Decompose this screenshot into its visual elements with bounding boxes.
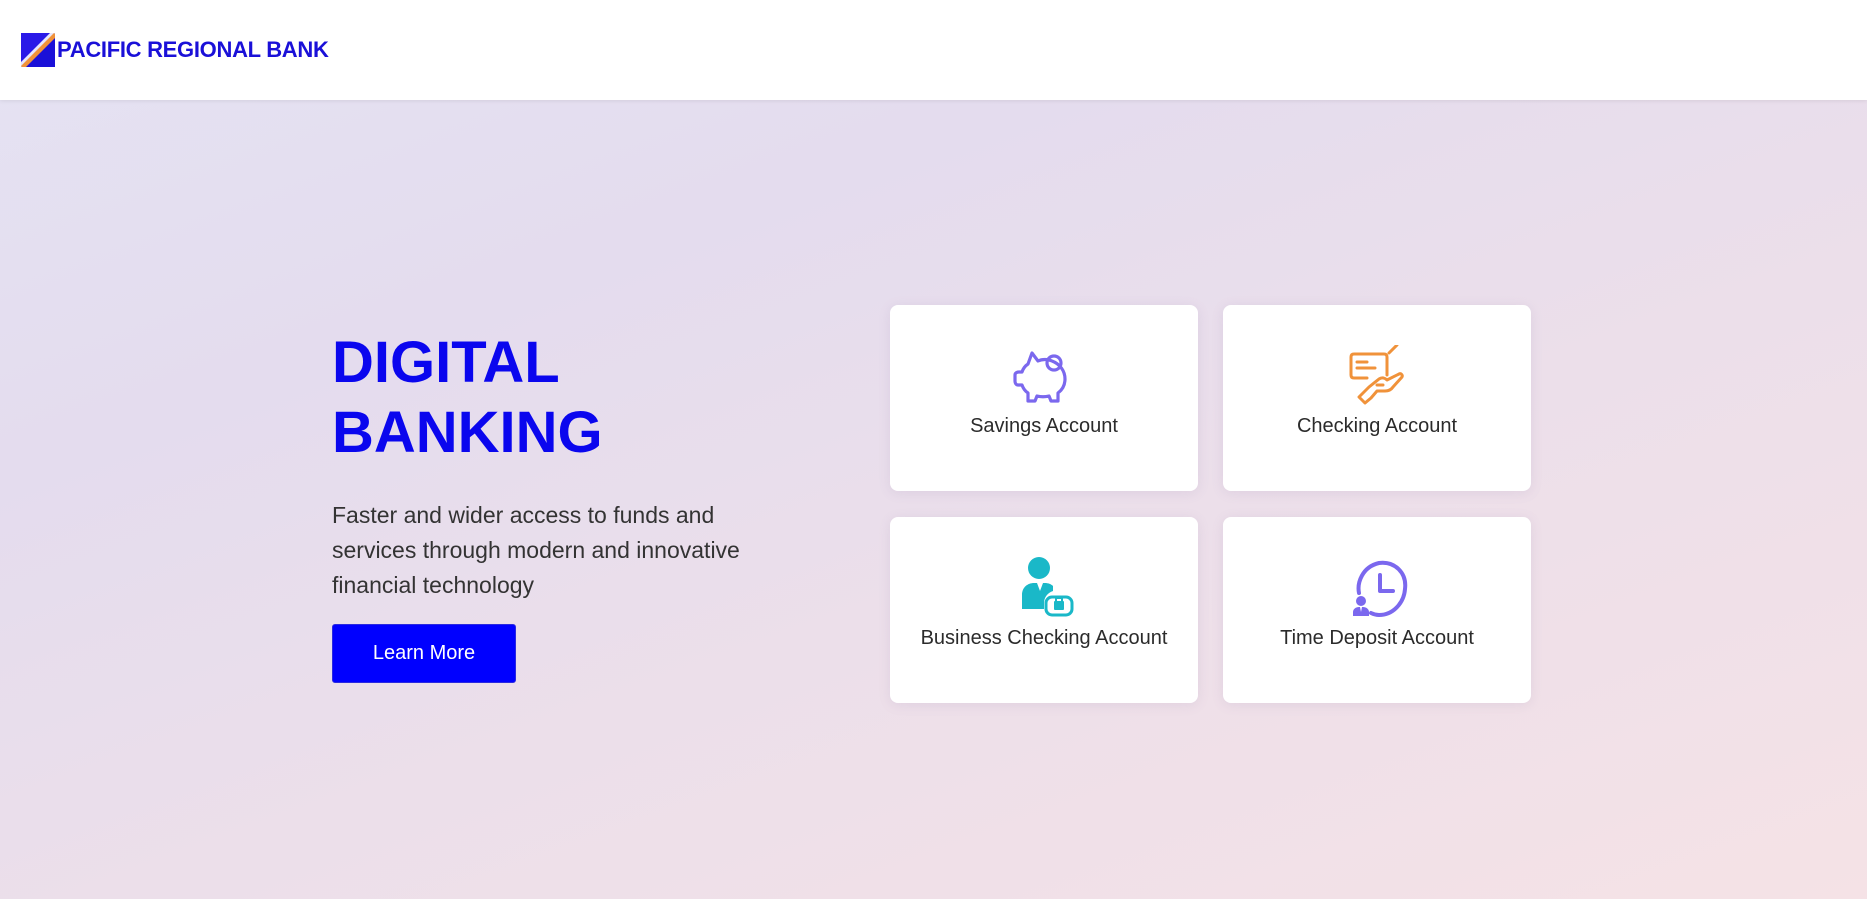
card-label: Savings Account <box>970 415 1118 437</box>
bank-name: PACIFIC REGIONAL BANK <box>57 37 329 62</box>
card-label: Time Deposit Account <box>1280 627 1474 649</box>
bank-logo-icon <box>21 33 55 67</box>
learn-more-button[interactable]: Learn More <box>332 624 516 683</box>
card-savings-account[interactable]: Savings Account <box>890 305 1198 491</box>
hero-title-line2: BANKING <box>332 400 603 465</box>
check-payment-icon <box>1349 345 1404 405</box>
card-time-deposit-account[interactable]: Time Deposit Account <box>1223 517 1531 703</box>
card-checking-account[interactable]: Checking Account <box>1223 305 1531 491</box>
business-person-icon <box>1022 557 1074 617</box>
account-cards: Savings Account Checking Account Busines… <box>890 305 1531 703</box>
card-label: Checking Account <box>1296 415 1458 437</box>
bank-logo[interactable]: PACIFIC REGIONAL BANK <box>21 33 329 67</box>
piggy-bank-icon <box>1013 351 1067 403</box>
hero-title-line1: DIGITAL <box>332 330 560 395</box>
hero-title: DIGITAL BANKING <box>332 328 792 468</box>
card-label: Business Checking Account <box>920 627 1168 649</box>
site-header: PACIFIC REGIONAL BANK <box>0 0 1867 100</box>
clock-person-icon <box>1353 560 1408 618</box>
hero-description: Faster and wider access to funds and ser… <box>332 502 740 598</box>
card-business-checking-account[interactable]: Business Checking Account <box>890 517 1198 703</box>
hero-section: DIGITAL BANKING Faster and wider access … <box>332 328 792 683</box>
